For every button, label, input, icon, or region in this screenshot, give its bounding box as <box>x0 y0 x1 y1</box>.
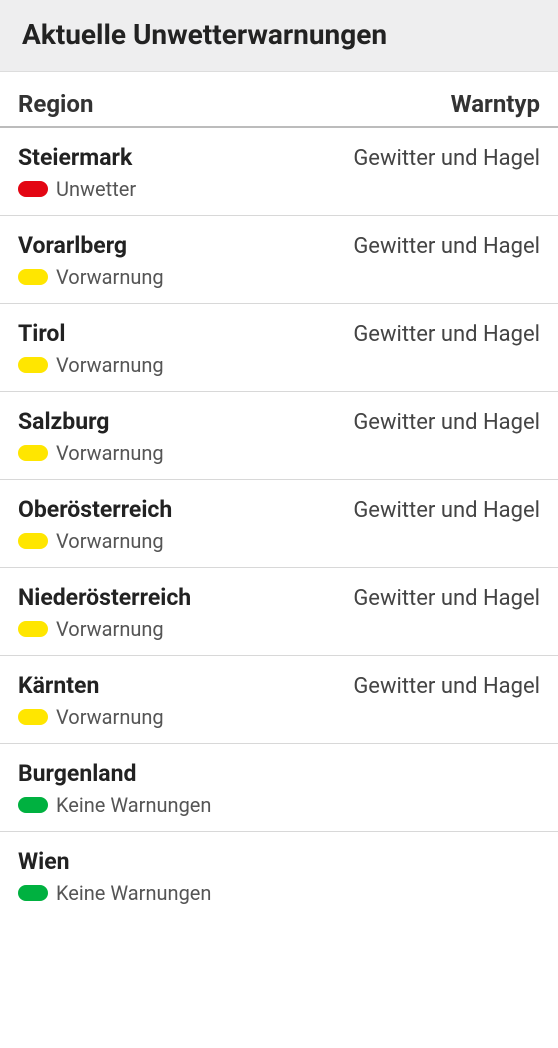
status-pill-icon <box>18 181 48 197</box>
region-cell: Oberösterreich Vorwarnung <box>18 496 172 553</box>
page-header: Aktuelle Unwetterwarnungen <box>0 0 558 72</box>
region-name: Tirol <box>18 320 164 347</box>
table-row: Niederösterreich Vorwarnung Gewitter und H… <box>0 568 558 656</box>
status-pill-icon <box>18 445 48 461</box>
table-row: Wien Keine Warnungen <box>0 832 558 919</box>
region-name: Salzburg <box>18 408 164 435</box>
table-row: Burgenland Keine Warnungen <box>0 744 558 832</box>
region-cell: Steiermark Unwetter <box>18 144 136 201</box>
status-line: Vorwarnung <box>18 529 172 553</box>
column-header-warntyp: Warntyp <box>451 90 540 118</box>
status-label: Vorwarnung <box>56 353 164 377</box>
status-pill-icon <box>18 621 48 637</box>
table-row: Tirol Vorwarnung Gewitter und Hagel <box>0 304 558 392</box>
status-label: Vorwarnung <box>56 441 164 465</box>
status-line: Vorwarnung <box>18 265 164 289</box>
status-label: Vorwarnung <box>56 265 164 289</box>
table-body: SteiermarkUnwetterGewitter und HagelVora… <box>0 128 558 919</box>
status-pill-icon <box>18 533 48 549</box>
status-label: Unwetter <box>56 177 136 201</box>
page-title: Aktuelle Unwetterwarnungen <box>22 18 536 51</box>
region-cell: Kärnten Vorwarnung <box>18 672 164 729</box>
region-name: Oberösterreich <box>18 496 172 523</box>
warntyp-cell: Gewitter und Hagel <box>353 232 540 262</box>
table-header-row: Region Warntyp <box>0 72 558 128</box>
status-label: Keine Warnungen <box>56 881 211 905</box>
warntyp-cell: Gewitter und Hagel <box>353 496 540 526</box>
region-cell: Salzburg Vorwarnung <box>18 408 164 465</box>
warntyp-cell: Gewitter und Hagel <box>353 320 540 350</box>
status-pill-icon <box>18 357 48 373</box>
region-cell: Niederösterreich Vorwarnung <box>18 584 191 641</box>
status-line: Keine Warnungen <box>18 881 211 905</box>
status-label: Vorwarnung <box>56 529 164 553</box>
column-header-region: Region <box>18 90 93 118</box>
warntyp-cell: Gewitter und Hagel <box>353 144 540 174</box>
table-row: Oberösterreich Vorwarnung Gewitter und Hag… <box>0 480 558 568</box>
region-cell: Vorarlberg Vorwarnung <box>18 232 164 289</box>
region-name: Niederösterreich <box>18 584 191 611</box>
status-line: Vorwarnung <box>18 617 191 641</box>
status-line: Keine Warnungen <box>18 793 211 817</box>
table-row: Vorarlberg Vorwarnung Gewitter und Hagel <box>0 216 558 304</box>
status-pill-icon <box>18 797 48 813</box>
status-line: Vorwarnung <box>18 441 164 465</box>
region-name: Wien <box>18 848 211 875</box>
region-name: Steiermark <box>18 144 136 171</box>
region-cell: Tirol Vorwarnung <box>18 320 164 377</box>
table-row: Kärnten Vorwarnung Gewitter und Hagel <box>0 656 558 744</box>
table-row: Steiermark Unwetter Gewitter und Hagel <box>0 128 558 216</box>
status-line: Vorwarnung <box>18 353 164 377</box>
status-line: Unwetter <box>18 177 136 201</box>
status-label: Vorwarnung <box>56 705 164 729</box>
status-label: Vorwarnung <box>56 617 164 641</box>
warntyp-cell: Gewitter und Hagel <box>353 584 540 614</box>
region-name: Kärnten <box>18 672 164 699</box>
region-name: Burgenland <box>18 760 211 787</box>
status-pill-icon <box>18 885 48 901</box>
warntyp-cell: Gewitter und Hagel <box>353 408 540 438</box>
region-cell: Burgenland Keine Warnungen <box>18 760 211 817</box>
table-row: Salzburg Vorwarnung Gewitter und Hagel <box>0 392 558 480</box>
warntyp-cell: Gewitter und Hagel <box>353 672 540 702</box>
status-line: Vorwarnung <box>18 705 164 729</box>
status-pill-icon <box>18 709 48 725</box>
region-cell: Wien Keine Warnungen <box>18 848 211 905</box>
status-label: Keine Warnungen <box>56 793 211 817</box>
region-name: Vorarlberg <box>18 232 164 259</box>
status-pill-icon <box>18 269 48 285</box>
